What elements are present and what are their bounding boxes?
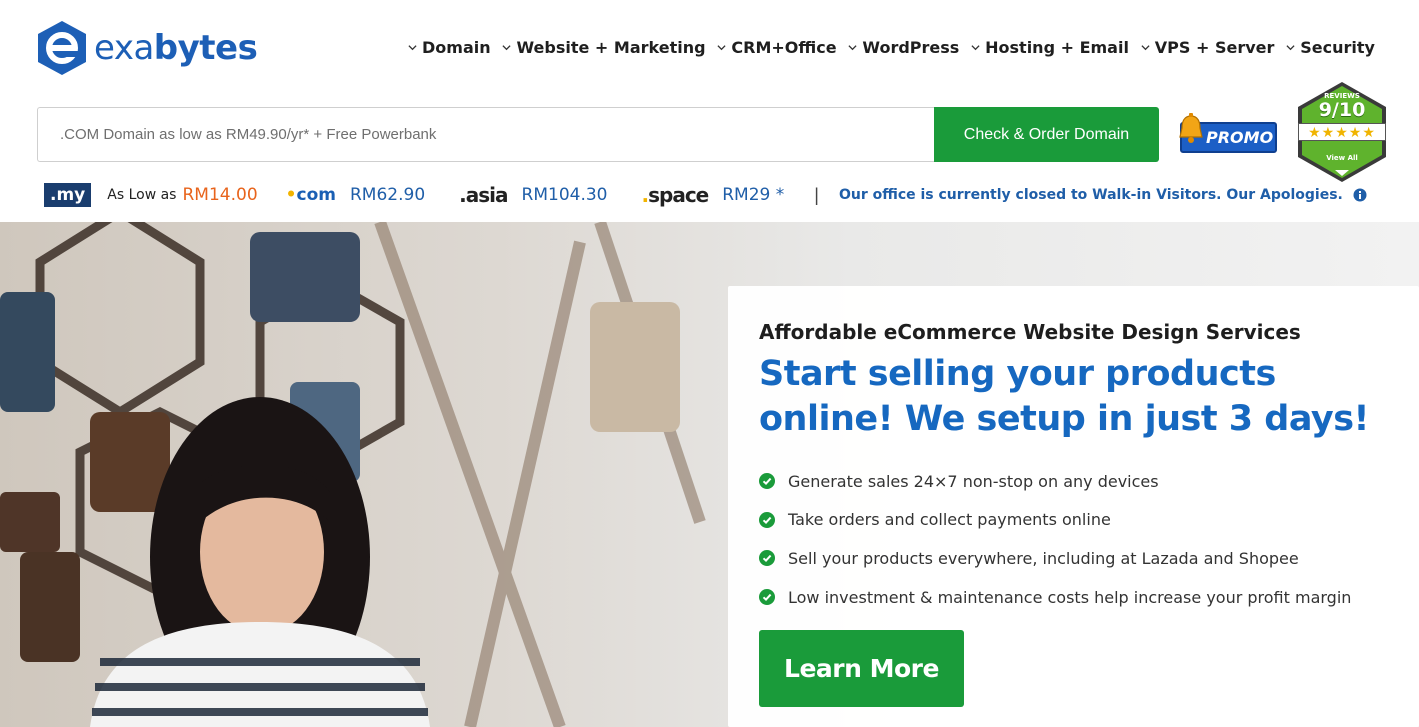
nav-item-wordpress[interactable]: WordPress: [848, 38, 959, 57]
nav-item-vps-server[interactable]: VPS + Server: [1141, 38, 1275, 57]
exabytes-logo[interactable]: exabytes: [36, 20, 258, 76]
dot-glyph: •: [285, 185, 297, 205]
nav-item-website-marketing[interactable]: Website + Marketing: [502, 38, 706, 57]
nav-item-domain[interactable]: Domain: [408, 38, 491, 57]
divider: |: [814, 184, 819, 205]
nav-item-crm-office[interactable]: CRM+Office: [717, 38, 837, 57]
my-price-prefix: As Low as: [107, 187, 177, 203]
info-icon[interactable]: [1353, 188, 1367, 202]
chevron-down-icon: [848, 45, 857, 51]
office-notice[interactable]: Our office is currently closed to Walk-i…: [839, 187, 1343, 203]
com-price[interactable]: RM62.90: [350, 185, 425, 205]
reviews-badge[interactable]: REVIEWS 9/10 ★★★★★ View All: [1290, 80, 1394, 184]
reviews-view-all: View All: [1326, 154, 1358, 162]
nav-item-label: Domain: [422, 38, 491, 57]
chevron-down-icon: [717, 45, 726, 51]
chevron-down-icon: [408, 45, 417, 51]
hero-title: Start selling your products online! We s…: [759, 354, 1370, 439]
list-item: Take orders and collect payments online: [759, 501, 1351, 540]
nav-item-label: WordPress: [862, 38, 960, 57]
nav-item-security[interactable]: Security: [1286, 38, 1375, 57]
bell-icon: [1179, 113, 1203, 143]
my-price[interactable]: RM14.00: [182, 185, 257, 205]
nav-item-label: Security: [1300, 38, 1375, 57]
nav-item-label: Website + Marketing: [516, 38, 706, 57]
tld-asia-logo[interactable]: .asia: [459, 183, 508, 207]
main-nav: Domain Website + Marketing CRM+Office Wo…: [408, 38, 1375, 57]
reviews-stars: ★★★★★: [1298, 123, 1386, 141]
chevron-down-icon: [971, 45, 980, 51]
chevron-down-icon: [1141, 45, 1150, 51]
check-circle-icon: [759, 589, 775, 606]
list-item: Sell your products everywhere, including…: [759, 539, 1351, 578]
learn-more-button[interactable]: Learn More: [759, 630, 964, 707]
domain-search-input[interactable]: [37, 107, 935, 162]
tld-com-logo[interactable]: •com: [286, 185, 336, 205]
nav-item-hosting-email[interactable]: Hosting + Email: [971, 38, 1129, 57]
chevron-down-icon: [502, 45, 512, 51]
chevron-down-icon: [1286, 45, 1295, 51]
check-circle-icon: [759, 511, 775, 528]
check-circle-icon: [759, 550, 775, 567]
nav-item-label: Hosting + Email: [985, 38, 1129, 57]
tld-space-logo[interactable]: .space: [642, 183, 710, 207]
nav-item-label: VPS + Server: [1154, 38, 1275, 57]
reviews-score: 9/10: [1318, 99, 1366, 121]
check-circle-icon: [759, 473, 775, 490]
feature-text: Low investment & maintenance costs help …: [788, 587, 1352, 607]
nav-item-label: CRM+Office: [731, 38, 837, 57]
feature-text: Generate sales 24×7 non-stop on any devi…: [788, 471, 1159, 491]
exabytes-logo-mark-icon: [38, 21, 86, 75]
domain-price-strip: .my As Low as RM14.00 •com RM62.90 .asia…: [44, 180, 1367, 210]
tld-my-badge[interactable]: .my: [44, 183, 92, 207]
check-order-domain-button[interactable]: Check & Order Domain: [934, 107, 1159, 162]
promo-badge[interactable]: PROMO: [1176, 113, 1278, 155]
asia-price[interactable]: RM104.30: [522, 185, 608, 205]
space-price[interactable]: RM29 *: [722, 185, 784, 205]
list-item: Low investment & maintenance costs help …: [759, 578, 1351, 617]
feature-list: Generate sales 24×7 non-stop on any devi…: [759, 462, 1351, 616]
list-item: Generate sales 24×7 non-stop on any devi…: [759, 462, 1351, 501]
logo-wordmark: exabytes: [94, 28, 258, 68]
hero-subtitle: Affordable eCommerce Website Design Serv…: [759, 320, 1301, 344]
feature-text: Take orders and collect payments online: [788, 510, 1111, 530]
feature-text: Sell your products everywhere, including…: [788, 548, 1299, 568]
